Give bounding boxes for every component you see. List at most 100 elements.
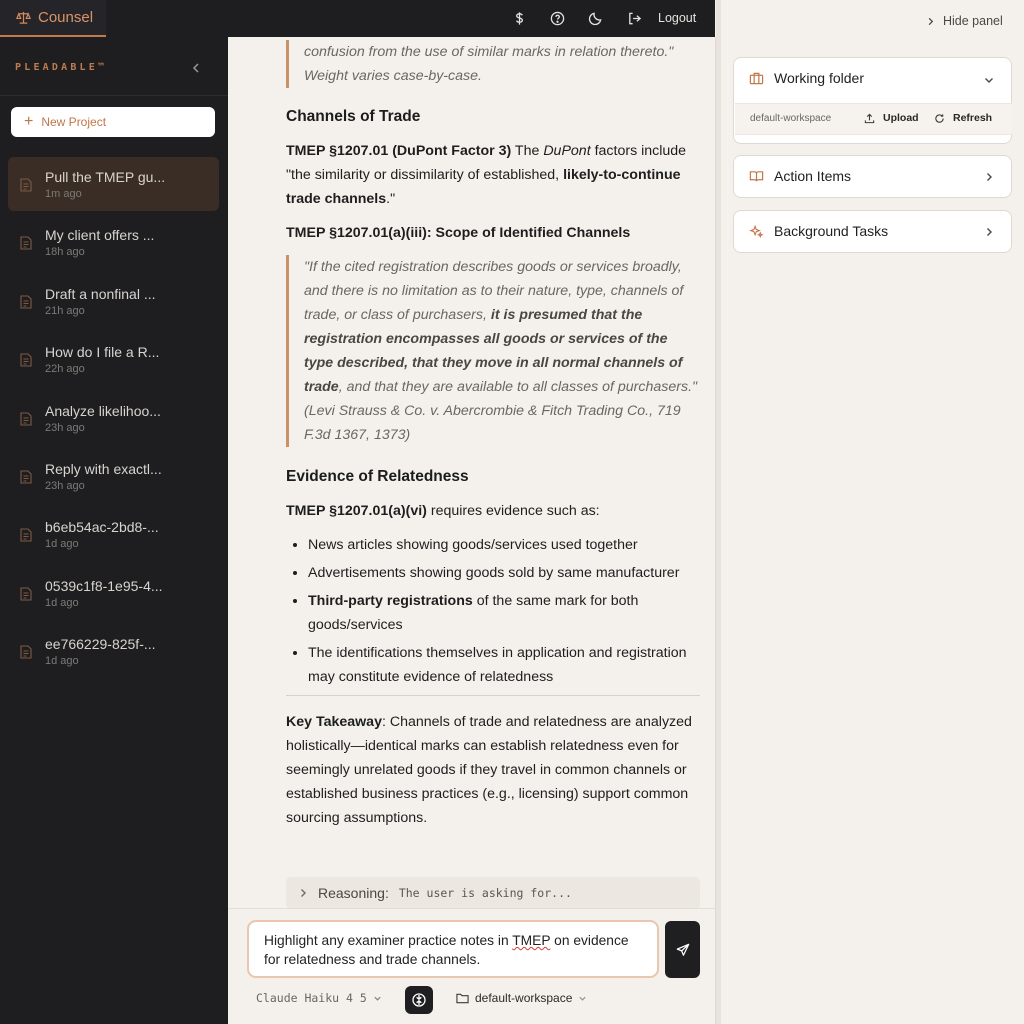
- moon-icon[interactable]: [588, 11, 603, 26]
- reasoning-toggle[interactable]: Reasoning: The user is asking for...: [286, 877, 700, 909]
- workspace-name: default-workspace: [750, 113, 832, 124]
- top-bar: Logout: [106, 0, 715, 37]
- project-title: Pull the TMEP gu...: [45, 169, 166, 185]
- brain-tool-button[interactable]: [405, 986, 433, 1014]
- misspelled-word: TMEP: [512, 933, 551, 948]
- text-span: News articles showing goods/services use…: [308, 537, 638, 553]
- chevron-down-icon: [374, 996, 381, 1001]
- right-panel: Hide panel Working folder default-worksp…: [716, 0, 1024, 1024]
- new-project-label: New Project: [41, 115, 107, 129]
- action-items-card[interactable]: Action Items: [733, 155, 1012, 198]
- refresh-button[interactable]: Refresh: [934, 112, 992, 124]
- workspace-name: default-workspace: [475, 991, 573, 1005]
- working-folder-title: Working folder: [774, 70, 865, 86]
- heading-channels-of-trade: Channels of Trade: [286, 108, 421, 125]
- chevron-right-icon: [987, 173, 992, 181]
- project-title: b6eb54ac-2bd8-...: [45, 519, 159, 536]
- text-span: .": [386, 191, 396, 207]
- brain-icon: [412, 993, 426, 1007]
- subheading-scope: TMEP §1207.01(a)(iii): Scope of Identifi…: [286, 225, 631, 241]
- project-time: 23h ago: [45, 479, 85, 492]
- heading-evidence-of-relatedness: Evidence of Relatedness: [286, 468, 469, 485]
- sparkles-icon: [749, 224, 764, 239]
- text-strong: Key Takeaway: [286, 714, 382, 730]
- project-title: Analyze likelihoo...: [45, 402, 161, 419]
- working-folder-card[interactable]: Working folder default-workspace Upload …: [733, 57, 1012, 144]
- document-icon: [20, 353, 32, 367]
- quote-block: "If the cited registration describes goo…: [286, 255, 700, 447]
- document-icon: [20, 178, 32, 192]
- new-project-button[interactable]: + New Project: [11, 107, 215, 137]
- document-icon: [20, 645, 32, 659]
- quote-block: confusion from the use of similar marks …: [286, 40, 700, 88]
- dollar-icon[interactable]: [512, 11, 527, 26]
- logout-button[interactable]: Logout: [658, 11, 696, 25]
- project-title: 0539c1f8-1e95-4...: [45, 577, 163, 594]
- scale-icon: [16, 11, 31, 24]
- app-tab-label: Counsel: [38, 9, 94, 26]
- list-item: Advertisements showing goods sold by sam…: [308, 561, 700, 585]
- list-item: The identifications themselves in applic…: [308, 641, 700, 689]
- key-takeaway: Key Takeaway: Channels of trade and rela…: [286, 710, 700, 830]
- text-span: : Channels of trade and relatedness are …: [286, 714, 692, 826]
- paragraph: TMEP §1207.01(a)(vi) requires evidence s…: [286, 499, 700, 523]
- text-span: Advertisements showing goods sold by sam…: [308, 565, 680, 581]
- reasoning-label: Reasoning:: [318, 885, 389, 901]
- logout-icon[interactable]: [627, 11, 642, 26]
- message-input[interactable]: Highlight any examiner practice notes in…: [247, 920, 659, 978]
- project-item[interactable]: b6eb54ac-2bd8-... 1d ago: [8, 507, 219, 565]
- document-icon: [20, 295, 32, 309]
- project-item[interactable]: Analyze likelihoo... 23h ago: [8, 391, 219, 449]
- project-time: 23h ago: [45, 421, 85, 434]
- hide-panel-button[interactable]: Hide panel: [926, 14, 1003, 28]
- chevron-down-icon[interactable]: [984, 75, 994, 85]
- document-icon: [20, 528, 32, 542]
- brand-logo: PLEADABLE™: [15, 62, 108, 73]
- project-time: 18h ago: [45, 246, 85, 259]
- plus-icon: +: [24, 113, 34, 130]
- chevron-right-icon: [301, 889, 306, 897]
- panel-resize-handle[interactable]: [716, 0, 721, 1024]
- text-span: requires evidence such as:: [426, 503, 600, 519]
- project-time: 1d ago: [45, 538, 79, 551]
- text-span: , and that they are available to all cla…: [304, 379, 698, 443]
- project-item[interactable]: 0539c1f8-1e95-4... 1d ago: [8, 566, 219, 624]
- text-span: The: [511, 143, 544, 159]
- project-list: Pull the TMEP gu... 1m ago My client off…: [8, 157, 219, 683]
- collapse-sidebar-icon[interactable]: [188, 60, 204, 76]
- project-item[interactable]: Reply with exactl... 23h ago: [8, 449, 219, 507]
- app-tab-counsel[interactable]: Counsel: [0, 0, 106, 37]
- background-tasks-card[interactable]: Background Tasks: [733, 210, 1012, 253]
- workspace-selector[interactable]: default-workspace: [456, 991, 587, 1005]
- composer-area: Highlight any examiner practice notes in…: [228, 908, 715, 1024]
- background-tasks-title: Background Tasks: [774, 223, 889, 239]
- project-item[interactable]: How do I file a R... 22h ago: [8, 332, 219, 390]
- upload-button[interactable]: Upload: [864, 112, 919, 124]
- refresh-icon: [935, 113, 944, 123]
- project-title: How do I file a R...: [45, 344, 160, 361]
- send-button[interactable]: [665, 921, 700, 978]
- project-item[interactable]: Pull the TMEP gu... 1m ago: [8, 157, 219, 211]
- project-title: ee766229-825f-...: [45, 636, 156, 653]
- help-icon[interactable]: [550, 11, 565, 26]
- sidebar-divider: [0, 95, 228, 96]
- text-span: Highlight any examiner practice notes in: [264, 933, 513, 948]
- project-time: 1d ago: [45, 655, 79, 668]
- project-item[interactable]: My client offers ... 18h ago: [8, 215, 219, 273]
- list-item: Third-party registrations of the same ma…: [308, 589, 700, 637]
- project-title: Reply with exactl...: [45, 460, 162, 477]
- reasoning-preview: The user is asking for...: [398, 886, 572, 900]
- action-items-title: Action Items: [774, 168, 852, 184]
- chevron-right-icon: [928, 17, 934, 25]
- folder-icon: [456, 993, 469, 1004]
- bullet-list: News articles showing goods/services use…: [286, 533, 700, 689]
- document-icon: [20, 412, 32, 426]
- project-item[interactable]: ee766229-825f-... 1d ago: [8, 624, 219, 682]
- tmep-reference: TMEP §1207.01(a)(vi): [286, 503, 427, 519]
- project-item[interactable]: Draft a nonfinal ... 21h ago: [8, 274, 219, 332]
- text-span: The identifications themselves in applic…: [308, 645, 687, 685]
- project-time: 21h ago: [45, 304, 85, 317]
- hide-panel-label: Hide panel: [943, 14, 1003, 28]
- model-selector[interactable]: Claude Haiku 4 5: [256, 991, 382, 1005]
- model-name: Claude Haiku 4 5: [256, 991, 367, 1005]
